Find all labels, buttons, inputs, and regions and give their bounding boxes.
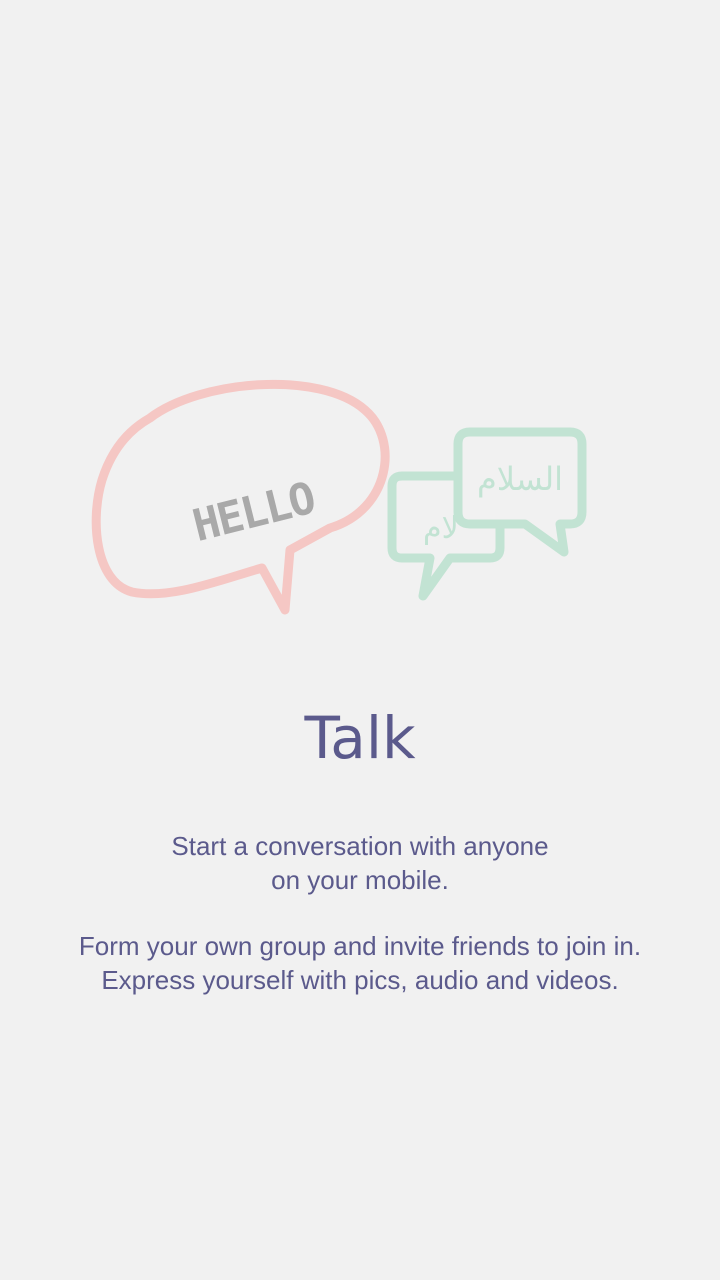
salam-partial-text: لام: [423, 511, 459, 546]
hello-speech-bubble-icon: HELLO: [91, 379, 390, 615]
description-paragraph-2: Form your own group and invite friends t…: [0, 929, 720, 997]
salam-text: السلام: [477, 460, 563, 498]
description-paragraph-1: Start a conversation with anyone on your…: [0, 829, 720, 897]
chat-bubbles-illustration: HELLO لام السلام: [90, 370, 600, 635]
description-line: Express yourself with pics, audio and vi…: [101, 965, 619, 995]
description-line: Start a conversation with anyone: [171, 831, 549, 861]
description-line: on your mobile.: [271, 865, 449, 895]
salam-front-bubble-icon: السلام: [453, 427, 587, 557]
onboarding-screen: HELLO لام السلام Talk Start a conversati…: [0, 0, 720, 1280]
description-line: Form your own group and invite friends t…: [78, 931, 642, 961]
page-title: Talk: [304, 704, 416, 772]
